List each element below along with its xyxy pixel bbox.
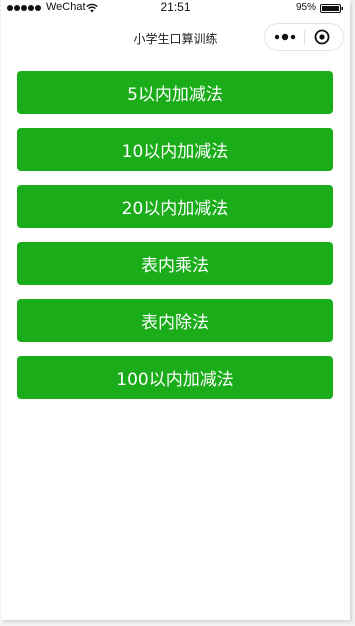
battery-percentage: 95% — [295, 2, 316, 13]
menu-button-add-sub-100[interactable]: 100以内加减法 — [17, 356, 333, 399]
more-icon[interactable] — [274, 31, 296, 43]
capsule-divider — [304, 30, 305, 44]
menu-button-add-sub-10[interactable]: 10以内加减法 — [17, 128, 333, 171]
exercise-menu: 5以内加减法 10以内加减法 20以内加减法 表内乘法 表内除法 100以内加减… — [17, 71, 333, 413]
menu-button-add-sub-20[interactable]: 20以内加减法 — [17, 185, 333, 228]
navigation-bar: 小学生口算训练 — [1, 18, 350, 58]
battery-icon — [320, 4, 343, 13]
menu-button-division-table[interactable]: 表内除法 — [17, 299, 333, 342]
status-bar: WeChat 21:51 95% — [1, 0, 350, 18]
menu-button-multiplication-table[interactable]: 表内乘法 — [17, 242, 333, 285]
app-screen: WeChat 21:51 95% 小学生口算训练 5以内加减法 10以内加减法 … — [1, 0, 350, 620]
mini-program-capsule — [264, 23, 344, 51]
close-icon[interactable] — [314, 29, 330, 45]
menu-button-add-sub-5[interactable]: 5以内加减法 — [17, 71, 333, 114]
